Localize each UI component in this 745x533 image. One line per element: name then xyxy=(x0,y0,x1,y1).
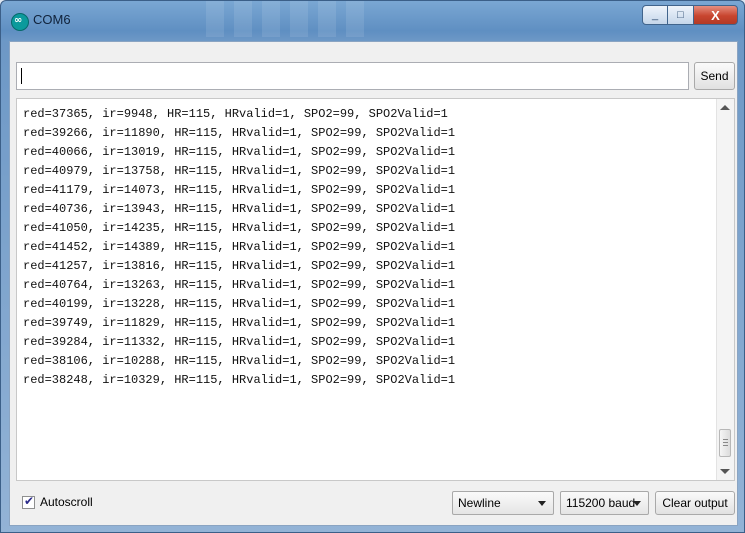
window-title: COM6 xyxy=(33,12,71,27)
serial-output-line: red=40199, ir=13228, HR=115, HRvalid=1, … xyxy=(23,297,456,311)
clear-output-button[interactable]: Clear output xyxy=(655,491,735,515)
footer-bar: ✔ Autoscroll Newline 115200 baud Clear o… xyxy=(16,489,735,517)
serial-output-line: red=38106, ir=10288, HR=115, HRvalid=1, … xyxy=(23,354,456,368)
serial-output-line: red=40979, ir=13758, HR=115, HRvalid=1, … xyxy=(23,164,456,178)
minimize-icon: _ xyxy=(651,9,659,21)
serial-output-line: red=37365, ir=9948, HR=115, HRvalid=1, S… xyxy=(23,107,448,121)
serial-output-line: red=41179, ir=14073, HR=115, HRvalid=1, … xyxy=(23,183,456,197)
send-button[interactable]: Send xyxy=(694,62,735,90)
arduino-infinity-icon: ∞ xyxy=(11,13,29,31)
serial-output-line: red=39266, ir=11890, HR=115, HRvalid=1, … xyxy=(23,126,456,140)
chevron-down-icon xyxy=(633,501,641,506)
vertical-scrollbar[interactable] xyxy=(716,99,734,480)
chevron-down-icon xyxy=(538,501,546,506)
serial-output-line: red=41050, ir=14235, HR=115, HRvalid=1, … xyxy=(23,221,456,235)
serial-output-line: red=41257, ir=13816, HR=115, HRvalid=1, … xyxy=(23,259,456,273)
autoscroll-label: Autoscroll xyxy=(40,495,93,509)
title-bar[interactable]: ∞ COM6 _ □ X xyxy=(1,1,745,41)
line-ending-select[interactable]: Newline xyxy=(452,491,554,515)
window-controls: _ □ X xyxy=(642,5,738,27)
minimize-button[interactable]: _ xyxy=(642,5,668,25)
scroll-down-arrow-icon[interactable] xyxy=(720,469,730,474)
maximize-icon: □ xyxy=(677,9,684,21)
serial-output-line: red=38248, ir=10329, HR=115, HRvalid=1, … xyxy=(23,373,456,387)
autoscroll-checkbox[interactable]: ✔ xyxy=(22,493,35,509)
send-input[interactable] xyxy=(16,62,689,90)
output-lines: red=37365, ir=9948, HR=115, HRvalid=1, S… xyxy=(23,105,455,390)
serial-monitor-client: Send red=37365, ir=9948, HR=115, HRvalid… xyxy=(9,41,738,526)
title-bar-decoration xyxy=(206,1,366,37)
close-button[interactable]: X xyxy=(694,5,738,25)
line-ending-value: Newline xyxy=(458,496,501,510)
close-icon: X xyxy=(711,7,720,23)
scroll-up-arrow-icon[interactable] xyxy=(720,105,730,110)
serial-output-line: red=40764, ir=13263, HR=115, HRvalid=1, … xyxy=(23,278,456,292)
maximize-button[interactable]: □ xyxy=(668,5,694,25)
serial-output-line: red=39284, ir=11332, HR=115, HRvalid=1, … xyxy=(23,335,456,349)
baud-rate-select[interactable]: 115200 baud xyxy=(560,491,649,515)
send-row: Send xyxy=(16,62,735,90)
serial-monitor-window: ∞ COM6 _ □ X Send red=37365, ir=9948, HR… xyxy=(0,0,745,533)
serial-output[interactable]: red=37365, ir=9948, HR=115, HRvalid=1, S… xyxy=(16,98,735,481)
baud-rate-value: 115200 baud xyxy=(566,496,636,510)
scroll-thumb[interactable] xyxy=(719,429,731,457)
text-caret xyxy=(21,68,22,84)
autoscroll-toggle[interactable]: ✔ Autoscroll xyxy=(22,493,93,509)
serial-output-line: red=41452, ir=14389, HR=115, HRvalid=1, … xyxy=(23,240,456,254)
serial-output-line: red=40736, ir=13943, HR=115, HRvalid=1, … xyxy=(23,202,456,216)
serial-output-line: red=39749, ir=11829, HR=115, HRvalid=1, … xyxy=(23,316,456,330)
serial-output-line: red=40066, ir=13019, HR=115, HRvalid=1, … xyxy=(23,145,456,159)
checkmark-icon: ✔ xyxy=(24,493,35,508)
